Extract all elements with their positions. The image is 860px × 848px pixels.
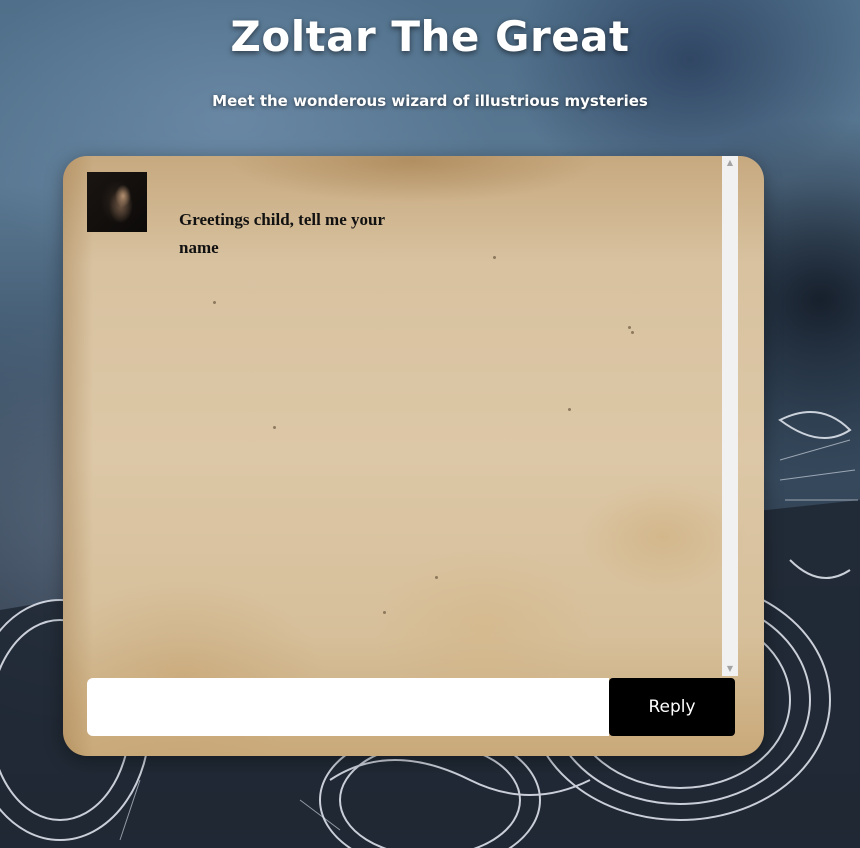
scroll-thumb[interactable]	[725, 172, 735, 660]
page-title: Zoltar The Great	[230, 12, 630, 61]
chat-panel: Greetings child, tell me your name ▲ ▼ R…	[63, 156, 764, 756]
wizard-avatar-icon	[87, 172, 147, 232]
message-text: Greetings child, tell me your name	[179, 210, 385, 257]
scroll-down-arrow-icon[interactable]: ▼	[722, 662, 738, 676]
reply-button[interactable]: Reply	[609, 678, 735, 736]
message-list[interactable]: Greetings child, tell me your name	[63, 156, 722, 676]
page-subtitle: Meet the wonderous wizard of illustrious…	[212, 92, 648, 110]
scroll-up-arrow-icon[interactable]: ▲	[722, 156, 738, 170]
reply-input[interactable]	[87, 678, 609, 736]
message-scrollbar[interactable]: ▲ ▼	[722, 156, 738, 676]
